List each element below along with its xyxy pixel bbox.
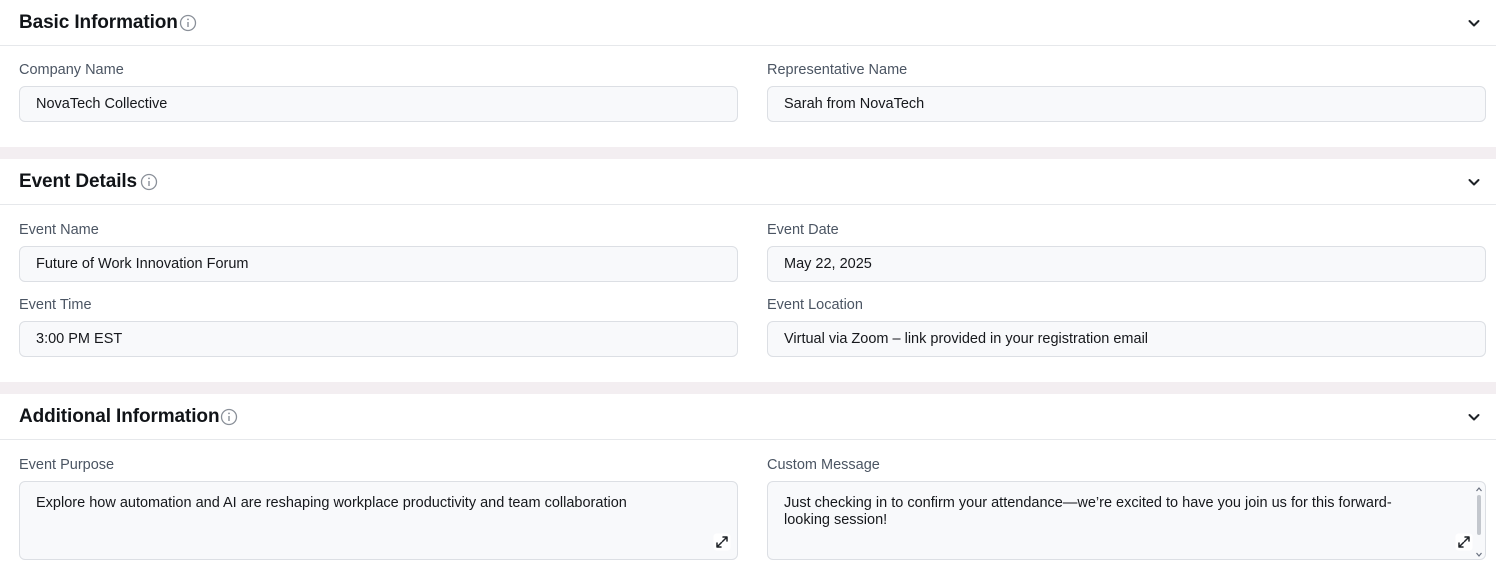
event-location-input[interactable]: Virtual via Zoom – link provided in your… — [767, 321, 1486, 357]
custom-message-text: Just checking in to confirm your attenda… — [784, 495, 1392, 528]
event-date-input[interactable]: May 22, 2025 — [767, 246, 1486, 282]
section-header[interactable]: Basic Information — [0, 0, 1496, 46]
basic-information-section: Basic Information Company Name NovaTech … — [0, 0, 1496, 147]
event-name-label: Event Name — [19, 222, 99, 238]
event-time-input[interactable]: 3:00 PM EST — [19, 321, 738, 357]
expand-icon[interactable] — [713, 533, 731, 551]
additional-information-section: Additional Information Event Purpose Exp… — [0, 394, 1496, 571]
representative-name-label: Representative Name — [767, 62, 908, 78]
expand-icon[interactable] — [1455, 533, 1473, 551]
event-date-label: Event Date — [767, 222, 839, 238]
section-header[interactable]: Additional Information — [0, 394, 1496, 440]
custom-message-label: Custom Message — [767, 457, 880, 473]
scrollbar[interactable] — [1475, 486, 1483, 558]
custom-message-textarea[interactable]: Just checking in to confirm your attenda… — [767, 481, 1486, 560]
event-purpose-label: Event Purpose — [19, 457, 115, 473]
event-name-input[interactable]: Future of Work Innovation Forum — [19, 246, 738, 282]
chevron-down-icon[interactable] — [1466, 174, 1482, 190]
info-icon[interactable] — [179, 14, 197, 32]
section-header[interactable]: Event Details — [0, 159, 1496, 205]
event-location-label: Event Location — [767, 297, 863, 313]
representative-name-input[interactable]: Sarah from NovaTech — [767, 86, 1486, 122]
section-title: Additional Information — [19, 406, 220, 427]
section-title: Basic Information — [19, 12, 178, 33]
event-details-section: Event Details Event Name Future of Work … — [0, 159, 1496, 382]
chevron-down-icon[interactable] — [1466, 15, 1482, 31]
info-icon[interactable] — [220, 408, 238, 426]
event-purpose-text: Explore how automation and AI are reshap… — [36, 495, 627, 511]
company-name-input[interactable]: NovaTech Collective — [19, 86, 738, 122]
info-icon[interactable] — [140, 173, 158, 191]
company-name-label: Company Name — [19, 62, 124, 78]
event-time-label: Event Time — [19, 297, 92, 313]
section-title: Event Details — [19, 171, 138, 192]
chevron-down-icon[interactable] — [1466, 409, 1482, 425]
event-purpose-textarea[interactable]: Explore how automation and AI are reshap… — [19, 481, 738, 560]
